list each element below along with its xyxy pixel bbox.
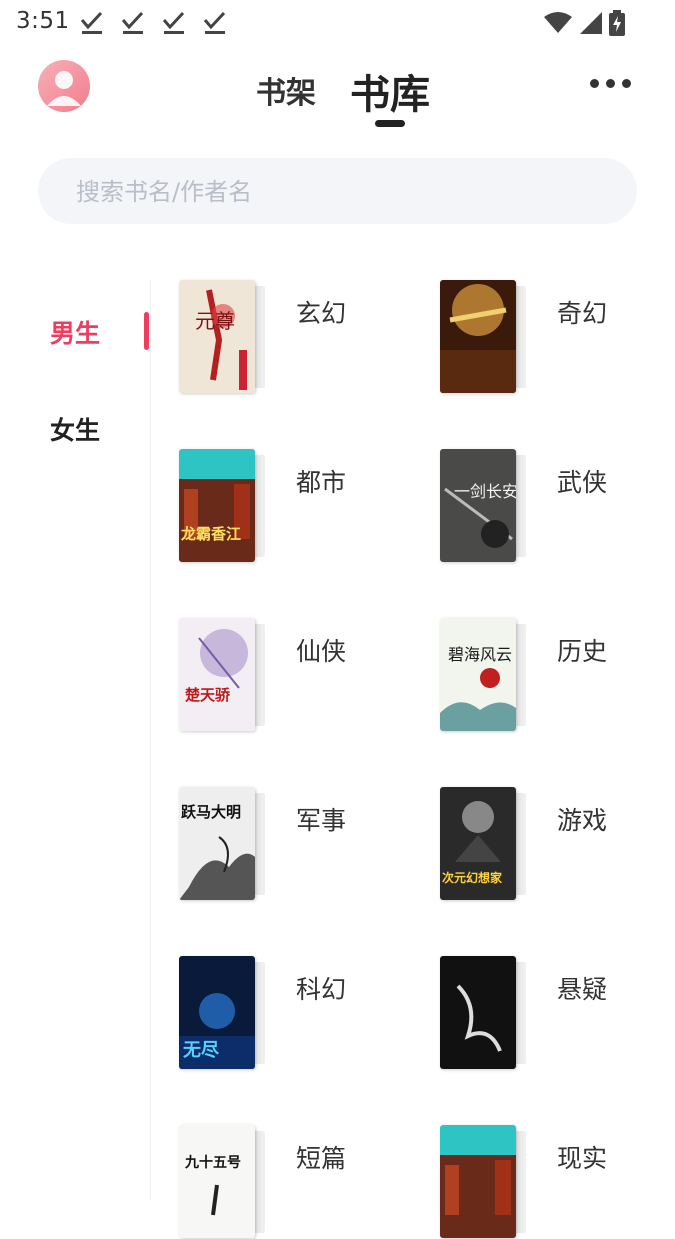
book-cover-image: 元尊 <box>179 280 255 393</box>
status-icons <box>543 10 625 36</box>
category-item-wuxia[interactable]: 一剑长安 武侠 <box>411 449 661 563</box>
signal-icon <box>580 12 602 34</box>
book-cover-image: 无尽 <box>179 956 255 1069</box>
cover-title: 碧海风云 <box>448 645 512 664</box>
category-label: 游戏 <box>557 806 608 835</box>
category-label: 武侠 <box>557 468 608 497</box>
category-item-xianshi[interactable]: 现实 <box>411 1125 661 1239</box>
book-cover-stack: 跃马大明 <box>179 787 269 901</box>
book-cover-image: 一剑长安 <box>440 449 516 562</box>
cover-title: 跃马大明 <box>181 803 241 821</box>
check-icon <box>121 10 145 36</box>
book-cover-image: 碧海风云 <box>440 618 516 731</box>
cover-title: 无尽 <box>183 1040 220 1061</box>
category-item-xuanyi[interactable]: 悬疑 <box>411 956 661 1070</box>
category-item-lishi[interactable]: 碧海风云 历史 <box>411 618 661 732</box>
book-cover-stack: 次元幻想家 <box>440 787 530 901</box>
book-cover-stack: 楚天骄 <box>179 618 269 732</box>
book-cover-stack: 龙霸香江 <box>179 449 269 563</box>
category-item-xuanhuan[interactable]: 元尊 玄幻 <box>150 280 400 394</box>
check-icon <box>80 10 104 36</box>
book-cover-stack <box>440 280 530 394</box>
book-cover-stack: 碧海风云 <box>440 618 530 732</box>
category-label: 仙侠 <box>296 637 347 666</box>
category-item-youxi[interactable]: 次元幻想家 游戏 <box>411 787 661 901</box>
book-cover-image: 九十五号 <box>179 1125 255 1238</box>
category-label: 悬疑 <box>557 975 608 1004</box>
book-cover-image <box>440 956 516 1069</box>
category-label: 科幻 <box>296 975 347 1004</box>
check-icon <box>162 10 186 36</box>
sidebar-active-indicator <box>144 312 149 350</box>
category-label: 奇幻 <box>557 299 608 328</box>
status-time: 3:51 <box>16 8 70 34</box>
search-bar[interactable] <box>38 158 637 226</box>
category-label: 现实 <box>557 1144 608 1173</box>
cover-title: 龙霸香江 <box>180 525 241 543</box>
book-cover-image: 次元幻想家 <box>440 787 516 900</box>
book-cover-stack: 九十五号 <box>179 1125 269 1239</box>
top-header: 书架 书库 <box>0 50 675 140</box>
category-label: 军事 <box>296 806 347 835</box>
sidebar-item-male[interactable]: 男生 <box>50 314 100 350</box>
cover-title: 元尊 <box>195 309 235 333</box>
check-icon <box>203 10 227 36</box>
book-cover-image: 龙霸香江 <box>179 449 255 562</box>
gender-sidebar: 男生 女生 <box>0 280 150 1200</box>
battery-charging-icon <box>609 10 625 36</box>
active-tab-indicator <box>375 120 405 127</box>
category-grid: 元尊 玄幻 奇幻 龙霸香江 都市 一剑长安 武侠 楚天骄 仙侠 碧海风云 历史 … <box>150 280 675 1238</box>
search-input[interactable] <box>74 158 598 226</box>
category-label: 都市 <box>296 468 347 497</box>
tab-library[interactable]: 书库 <box>350 62 430 120</box>
cover-title: 九十五号 <box>184 1154 241 1171</box>
category-item-dushi[interactable]: 龙霸香江 都市 <box>150 449 400 563</box>
category-item-xianxia[interactable]: 楚天骄 仙侠 <box>150 618 400 732</box>
notification-icons <box>80 10 227 36</box>
category-label: 历史 <box>557 637 608 666</box>
book-cover-stack <box>440 1125 530 1239</box>
category-item-kehuan[interactable]: 无尽 科幻 <box>150 956 400 1070</box>
sidebar-item-female[interactable]: 女生 <box>50 411 100 447</box>
user-avatar-icon[interactable] <box>38 60 90 112</box>
book-cover-stack: 元尊 <box>179 280 269 394</box>
cover-title: 楚天骄 <box>185 686 231 704</box>
book-cover-image: 跃马大明 <box>179 787 255 900</box>
wifi-icon <box>544 12 572 33</box>
category-item-duanpian[interactable]: 九十五号 短篇 <box>150 1125 400 1239</box>
category-item-qihuan[interactable]: 奇幻 <box>411 280 661 394</box>
book-cover-stack: 一剑长安 <box>440 449 530 563</box>
cover-title: 一剑长安 <box>454 482 516 501</box>
tab-bookshelf[interactable]: 书架 <box>256 68 316 112</box>
category-label: 玄幻 <box>296 299 347 328</box>
category-item-junshi[interactable]: 跃马大明 军事 <box>150 787 400 901</box>
status-bar: 3:51 <box>0 0 675 46</box>
book-cover-image <box>440 280 516 393</box>
book-cover-image: 楚天骄 <box>179 618 255 731</box>
cover-title: 次元幻想家 <box>442 870 503 885</box>
more-dots-icon[interactable] <box>590 72 634 94</box>
category-label: 短篇 <box>296 1144 347 1173</box>
book-cover-image <box>440 1125 516 1238</box>
book-cover-stack <box>440 956 530 1070</box>
book-cover-stack: 无尽 <box>179 956 269 1070</box>
